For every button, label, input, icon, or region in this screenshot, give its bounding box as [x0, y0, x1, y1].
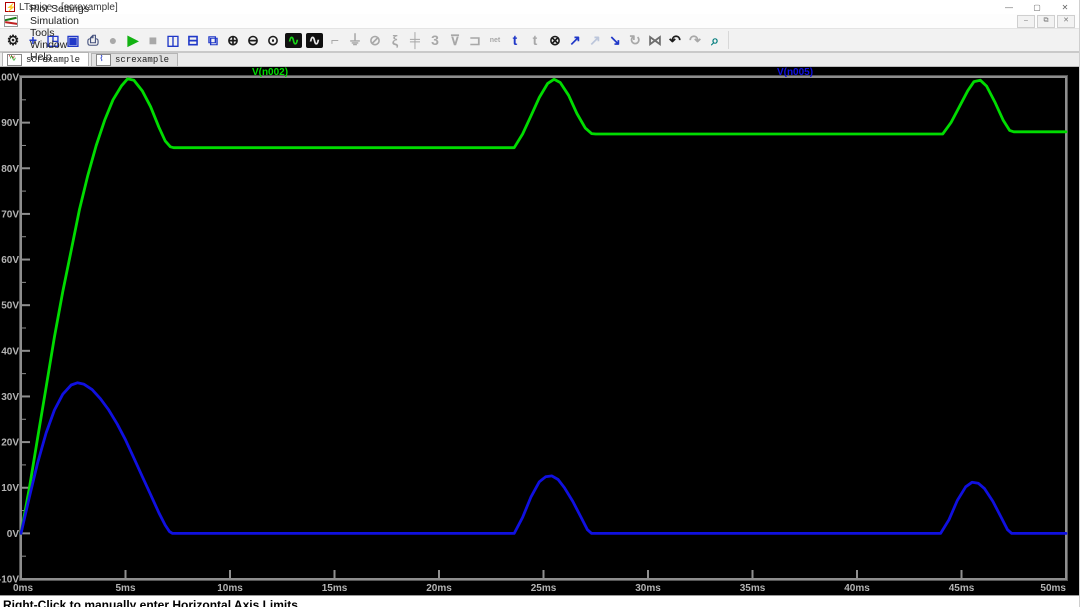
toolbar-ground-icon: ⏚ — [346, 31, 365, 49]
minimize-button[interactable]: — — [995, 0, 1023, 14]
mdi-minimize-button[interactable]: – — [1017, 15, 1035, 28]
toolbar-halt-icon: ■ — [144, 31, 163, 49]
x-tick-label[interactable]: 50ms — [1040, 583, 1066, 594]
trace-label-V(n005)[interactable]: V(n005) — [777, 67, 813, 78]
maximize-button[interactable]: ▢ — [1023, 0, 1051, 14]
x-tick-label[interactable]: 30ms — [635, 583, 661, 594]
toolbar-cascade-windows-icon[interactable]: ⧉ — [204, 31, 223, 49]
toolbar-component-icon: ⊐ — [466, 31, 485, 49]
menu-item-window[interactable]: Window — [23, 39, 96, 51]
menu-item-simulation[interactable]: Simulation — [23, 15, 96, 27]
x-tick-label[interactable]: 10ms — [217, 583, 243, 594]
toolbar-resistor-icon: ξ — [386, 31, 405, 49]
mdi-close-button[interactable]: ✕ — [1057, 15, 1075, 28]
y-tick-label[interactable]: 40V — [1, 346, 19, 357]
y-tick-label[interactable]: 10V — [1, 483, 19, 494]
x-tick-label[interactable]: 35ms — [740, 583, 766, 594]
status-bar: Right-Click to manually enter Horizontal… — [0, 595, 1079, 607]
x-tick-label[interactable]: 45ms — [949, 583, 975, 594]
status-text: Right-Click to manually enter Horizontal… — [3, 598, 298, 607]
toolbar-zoom-in-icon[interactable]: ⊕ — [224, 31, 243, 49]
y-tick-label[interactable]: 60V — [1, 255, 19, 266]
y-tick-label[interactable]: 50V — [1, 301, 19, 312]
document-icon — [4, 15, 18, 27]
ltspice-window: ⚡ LTspice - [screxample] — ▢ ✕ FileViewP… — [0, 0, 1080, 607]
toolbar-redo-icon: ↷ — [686, 31, 705, 49]
toolbar-zoom-full-extents-icon[interactable]: ⊙ — [264, 31, 283, 49]
toolbar-net-label-icon: net — [486, 31, 505, 49]
menu-item-plot-settings[interactable]: Plot Settings — [23, 3, 96, 15]
toolbar-cut-icon[interactable]: ⊗ — [546, 31, 565, 49]
toolbar-rotate-icon: ↻ — [626, 31, 645, 49]
y-tick-label[interactable]: 30V — [1, 392, 19, 403]
waveform-doc-icon: ∿∿ — [7, 54, 22, 66]
toolbar-drag-icon[interactable]: ↘ — [606, 31, 625, 49]
toolbar-spice-directive-icon: t — [526, 31, 545, 49]
toolbar-tile-horizontal-icon[interactable]: ⊟ — [184, 31, 203, 49]
toolbar-diode-icon: ⊽ — [446, 31, 465, 49]
toolbar-copy-icon[interactable]: ↗ — [566, 31, 585, 49]
tab-bar: ∿∿ screxample⌇ screxample — [0, 53, 1079, 67]
toolbar-find-icon[interactable]: ⌕ — [706, 31, 725, 49]
close-button[interactable]: ✕ — [1051, 0, 1079, 14]
menu-item-tools[interactable]: Tools — [23, 27, 96, 39]
x-tick-label[interactable]: 25ms — [531, 583, 557, 594]
y-tick-label[interactable]: 70V — [1, 209, 19, 220]
toolbar-paste-icon: ↗ — [586, 31, 605, 49]
x-tick-label[interactable]: 15ms — [322, 583, 348, 594]
title-bar: ⚡ LTspice - [screxample] — ▢ ✕ — [0, 0, 1079, 14]
y-tick-label[interactable]: 0V — [7, 529, 20, 540]
x-tick-label[interactable]: 20ms — [426, 583, 452, 594]
y-tick-label[interactable]: 20V — [1, 438, 19, 449]
tab-label: screxample — [115, 55, 169, 65]
x-tick-label[interactable]: 5ms — [115, 583, 135, 594]
x-tick-label[interactable]: 40ms — [844, 583, 870, 594]
toolbar: ⚙+◳▣⎙●▶■◫⊟⧉⊕⊖⊙∿∿⌐⏚⊘ξ╪3⊽⊐nettt⊗↗↗↘↻⋈↶↷⌕ — [0, 29, 1079, 53]
toolbar-fft-waveform-icon[interactable]: ∿ — [306, 33, 323, 48]
tab-screxample-schematic[interactable]: ⌇ screxample — [91, 53, 178, 66]
menu-bar: FileViewPlot SettingsSimulationToolsWind… — [0, 14, 1079, 29]
y-tick-label[interactable]: 100V — [0, 73, 19, 84]
toolbar-pause-icon: ● — [104, 31, 123, 49]
toolbar-separator — [728, 31, 729, 49]
toolbar-label-net-icon: ⊘ — [366, 31, 385, 49]
x-tick-label[interactable]: 0ms — [13, 583, 33, 594]
ltspice-logo-icon: ⚡ — [5, 2, 15, 12]
schematic-doc-icon: ⌇ — [96, 54, 111, 66]
mdi-restore-button[interactable]: ⧉ — [1037, 15, 1055, 28]
toolbar-mirror-icon: ⋈ — [646, 31, 665, 49]
toolbar-autorange-y-axis-icon[interactable]: ∿ — [285, 33, 302, 48]
y-tick-label[interactable]: 80V — [1, 164, 19, 175]
y-tick-label[interactable]: 90V — [1, 118, 19, 129]
menu-item-help[interactable]: Help — [23, 51, 96, 63]
toolbar-run-icon[interactable]: ▶ — [124, 31, 143, 49]
trace-label-V(n002)[interactable]: V(n002) — [252, 67, 288, 78]
waveform-plot[interactable]: 100V90V80V70V60V50V40V30V20V10V0V-10V0ms… — [0, 67, 1080, 595]
toolbar-zoom-out-icon[interactable]: ⊖ — [244, 31, 263, 49]
toolbar-control-panel-icon[interactable]: ⚙ — [4, 31, 23, 49]
toolbar-inductor-icon: 3 — [426, 31, 445, 49]
toolbar-wire-icon: ⌐ — [326, 31, 345, 49]
waveform-pane[interactable]: 100V90V80V70V60V50V40V30V20V10V0V-10V0ms… — [0, 67, 1079, 595]
toolbar-tile-vertical-icon[interactable]: ◫ — [164, 31, 183, 49]
toolbar-undo-icon[interactable]: ↶ — [666, 31, 685, 49]
toolbar-text-icon[interactable]: t — [506, 31, 525, 49]
toolbar-capacitor-icon: ╪ — [406, 31, 425, 49]
